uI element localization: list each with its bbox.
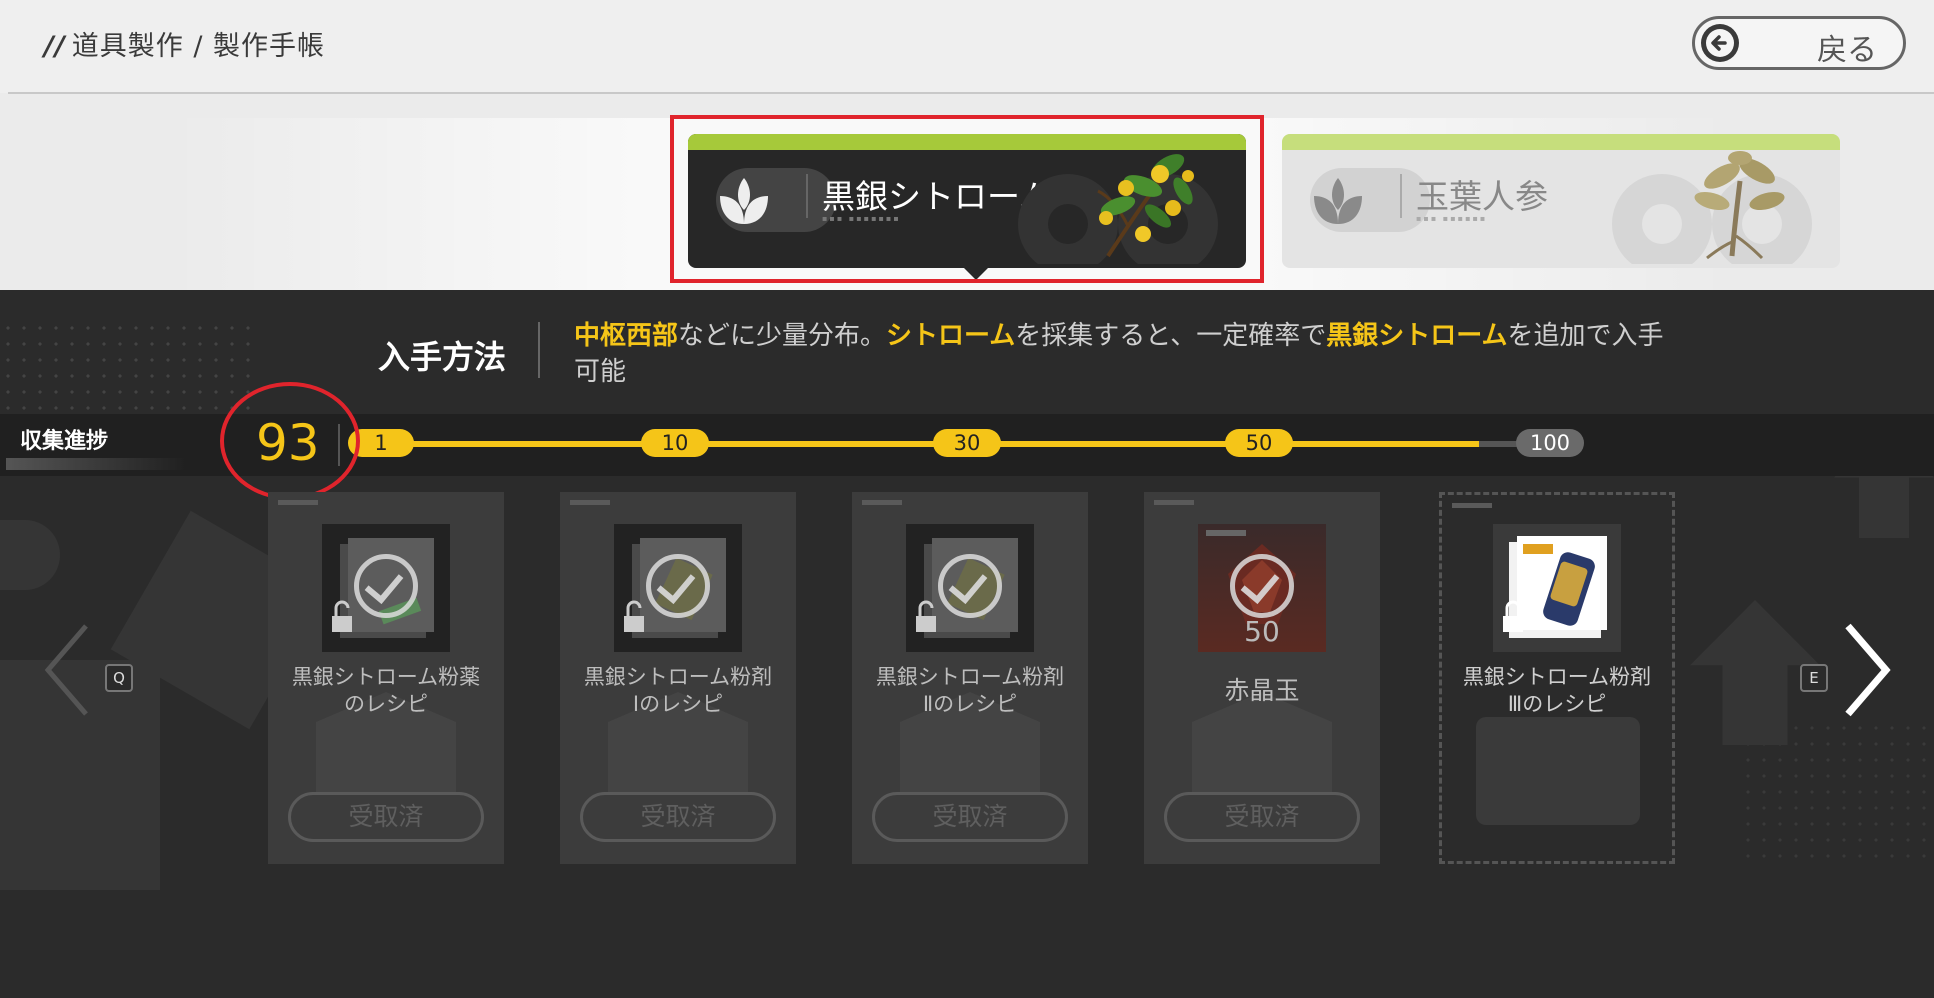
milestone-marker: 100 (1516, 429, 1584, 457)
check-icon (354, 554, 418, 618)
back-label: 戻る (1817, 33, 1877, 68)
red-crystal-icon: 50 (1198, 524, 1326, 652)
acq-part: 中枢西部 (574, 321, 679, 351)
prev-arrow-icon[interactable] (40, 620, 96, 720)
reward-card[interactable]: 50 赤晶玉 受取済 (1144, 492, 1380, 864)
milestone-marker: 30 (933, 429, 1001, 457)
reward-name: 黒銀シトローム粉剤 Ⅱのレシピ (875, 665, 1065, 716)
reward-name: 赤晶玉 (1224, 676, 1300, 705)
acq-part: シトローム (886, 321, 1016, 351)
reward-tag (1452, 503, 1492, 508)
next-arrow-icon[interactable] (1838, 620, 1894, 720)
check-icon (1230, 554, 1294, 618)
progress-fill (352, 441, 1479, 447)
back-button[interactable]: 戻る (1692, 16, 1906, 70)
reward-tag (278, 500, 318, 505)
breadcrumb-text: 道具製作 / 製作手帳 (71, 31, 325, 62)
prev-key-hint: Q (105, 664, 133, 692)
highlight-circle (220, 382, 360, 500)
recipe-icon (1493, 524, 1621, 652)
check-icon (646, 554, 710, 618)
reward-name: 黒銀シトローム粉剤 Ⅲのレシピ (1462, 665, 1652, 716)
acquisition-divider (538, 322, 540, 378)
breadcrumb-slashes-icon: // (44, 31, 66, 62)
recipe-icon (614, 524, 742, 652)
card-divider (1400, 174, 1402, 218)
milestone-marker: 50 (1225, 429, 1293, 457)
claimed-button[interactable]: 受取済 (1164, 792, 1360, 842)
claimed-button[interactable]: 受取済 (288, 792, 484, 842)
envelope-shape (1192, 692, 1332, 792)
header-bar: //道具製作 / 製作手帳 戻る (0, 0, 1934, 93)
reward-tag (1154, 500, 1194, 505)
acq-part: を採集すると、一定確率で (1015, 321, 1327, 351)
reward-card[interactable]: 黒銀シトローム粉剤 Ⅱのレシピ 受取済 (852, 492, 1088, 864)
acq-part: などに少量分布。 (678, 321, 887, 351)
claimed-button[interactable]: 受取済 (872, 792, 1068, 842)
reward-card-pending[interactable]: 黒銀シトローム粉剤 Ⅲのレシピ (1439, 492, 1675, 864)
acquisition-label: 入手方法 (378, 338, 507, 376)
reward-tag (862, 500, 902, 505)
reward-quantity: 50 (1244, 615, 1280, 648)
highlight-box (670, 115, 1264, 283)
reward-tag (570, 500, 610, 505)
acquisition-text: 中枢西部などに少量分布。シトロームを採集すると、一定確率で黒銀シトロームを追加で… (574, 318, 1674, 390)
recipe-icon (322, 524, 450, 652)
ginseng-plant-icon (1694, 151, 1785, 260)
reward-card[interactable]: 黒銀シトローム粉薬 のレシピ 受取済 (268, 492, 504, 864)
milestone-marker: 10 (641, 429, 709, 457)
progress-label: 収集進捗 (20, 429, 109, 454)
arrow-left-icon (1701, 24, 1739, 62)
dot-pattern (0, 320, 260, 410)
item-name: 玉葉人参 (1416, 177, 1548, 216)
leaf-icon (1314, 178, 1362, 224)
envelope-shape (1476, 717, 1640, 825)
claimed-button[interactable]: 受取済 (580, 792, 776, 842)
next-key-hint: E (1800, 664, 1828, 692)
recipe-icon (906, 524, 1034, 652)
acq-part: 黒銀シトローム (1326, 321, 1508, 351)
reward-name: 黒銀シトローム粉剤 Ⅰのレシピ (583, 665, 773, 716)
header-divider (8, 92, 1934, 94)
reward-card[interactable]: 黒銀シトローム粉剤 Ⅰのレシピ 受取済 (560, 492, 796, 864)
check-icon (938, 554, 1002, 618)
progress-sublabel (6, 458, 186, 470)
item-subtitle: ▪▪▪ ▪▪▪▪▪▪ (1416, 214, 1488, 223)
reward-name: 黒銀シトローム粉薬 のレシピ (291, 665, 481, 716)
item-card[interactable]: 玉葉人参 ▪▪▪ ▪▪▪▪▪▪ (1282, 134, 1840, 268)
breadcrumb: //道具製作 / 製作手帳 (44, 24, 325, 63)
